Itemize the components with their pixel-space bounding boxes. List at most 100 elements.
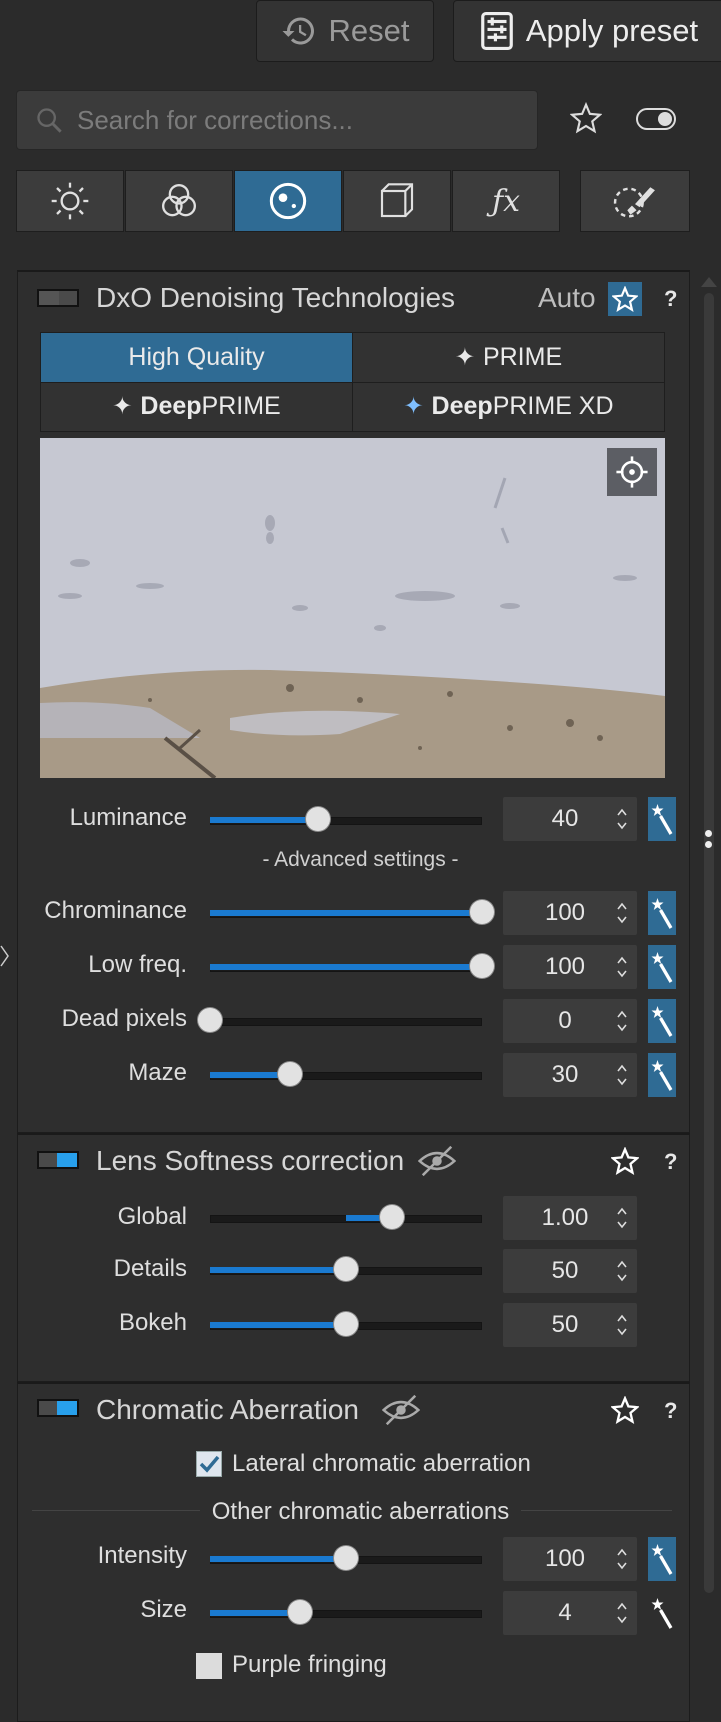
search-box[interactable] [16, 90, 538, 150]
luminance-value: 40 [551, 805, 579, 832]
details-value: 50 [551, 1257, 579, 1284]
crosshair-icon [616, 456, 648, 488]
spinner[interactable] [607, 1062, 637, 1088]
chromatic-enable-toggle[interactable] [37, 1399, 79, 1417]
global-value-input[interactable]: 1.00 [503, 1196, 637, 1240]
maze-value: 30 [551, 1061, 579, 1088]
hidden-eye-icon[interactable] [382, 1394, 420, 1426]
maze-slider[interactable] [210, 1062, 482, 1086]
star-icon[interactable] [570, 102, 602, 134]
lowfreq-slider[interactable] [210, 954, 494, 978]
bokeh-label: Bokeh [118, 1309, 187, 1336]
reset-button[interactable]: Reset [256, 0, 434, 62]
slider-thumb[interactable] [198, 1008, 222, 1032]
spinner[interactable] [607, 1312, 637, 1338]
maze-auto-button[interactable] [648, 1053, 676, 1097]
tab-detail[interactable] [234, 170, 342, 232]
purple-fringing-checkbox[interactable] [196, 1653, 222, 1679]
sparkle-icon: ✦ [403, 393, 424, 421]
preview-target-button[interactable] [607, 448, 657, 496]
slider-thumb[interactable] [470, 900, 494, 924]
tab-local-adjustments[interactable] [580, 170, 690, 232]
slider-thumb[interactable] [470, 954, 494, 978]
slider-thumb[interactable] [380, 1205, 404, 1229]
slider-thumb[interactable] [306, 807, 330, 831]
spinner-arrows-icon [617, 902, 627, 924]
spinner-arrows-icon [617, 1260, 627, 1282]
mode-deepprime[interactable]: ✦ DeepPRIME [41, 382, 352, 431]
chromatic-help-button[interactable]: ? [664, 1398, 677, 1424]
tab-light[interactable] [16, 170, 124, 232]
star-icon[interactable] [611, 1396, 639, 1424]
luminance-auto-button[interactable] [648, 797, 676, 841]
spinner[interactable] [607, 1008, 637, 1034]
intensity-slider[interactable] [210, 1546, 482, 1570]
slider-thumb[interactable] [334, 1257, 358, 1281]
spinner[interactable] [607, 1258, 637, 1284]
bokeh-value-input[interactable]: 50 [503, 1303, 637, 1347]
details-slider[interactable] [210, 1257, 482, 1281]
spinner-arrows-icon [617, 956, 627, 978]
intensity-value-input[interactable]: 100 [503, 1537, 637, 1581]
scrollbar-thumb[interactable] [704, 293, 714, 1593]
maze-value-input[interactable]: 30 [503, 1053, 637, 1097]
mode-prime[interactable]: ✦ PRIME [353, 333, 664, 382]
palette-tabs: ƒx [16, 170, 561, 232]
search-icon [37, 108, 62, 133]
size-slider[interactable] [210, 1600, 482, 1624]
cube-icon [380, 183, 414, 218]
luminance-slider[interactable] [210, 807, 482, 831]
hidden-eye-icon[interactable] [418, 1145, 456, 1177]
spinner[interactable] [607, 1205, 637, 1231]
tab-geometry[interactable] [343, 170, 451, 232]
auto-label: Auto [538, 282, 596, 313]
mode-high-quality[interactable]: High Quality [41, 333, 352, 382]
lowfreq-auto-button[interactable] [648, 945, 676, 989]
spinner[interactable] [607, 806, 637, 832]
global-slider[interactable] [210, 1205, 482, 1229]
advanced-settings-label[interactable]: - Advanced settings - [0, 848, 721, 872]
chrominance-auto-button[interactable] [648, 891, 676, 935]
lateral-ca-label[interactable]: Lateral chromatic aberration [232, 1450, 531, 1478]
spinner[interactable] [607, 1546, 637, 1572]
spinner[interactable] [607, 954, 637, 980]
slider-thumb[interactable] [334, 1312, 358, 1336]
reset-label: Reset [328, 13, 410, 48]
scroll-up-arrow-icon[interactable] [700, 275, 718, 289]
mode-deepprime-xd-rest: PRIME XD [492, 392, 614, 421]
slider-thumb[interactable] [278, 1062, 302, 1086]
deadpixels-value-input[interactable]: 0 [503, 999, 637, 1043]
bokeh-slider[interactable] [210, 1312, 482, 1336]
tab-effects[interactable]: ƒx [452, 170, 560, 232]
deadpixels-auto-button[interactable] [648, 999, 676, 1043]
star-icon[interactable] [611, 1147, 639, 1175]
details-value-input[interactable]: 50 [503, 1249, 637, 1293]
intensity-auto-button[interactable] [648, 1537, 676, 1581]
slider-thumb[interactable] [334, 1546, 358, 1570]
mode-deepprime-xd[interactable]: ✦ DeepPRIME XD [353, 382, 664, 431]
denoise-preview[interactable] [40, 438, 665, 778]
lowfreq-value-input[interactable]: 100 [503, 945, 637, 989]
luminance-value-input[interactable]: 40 [503, 797, 637, 841]
purple-fringing-label[interactable]: Purple fringing [232, 1651, 387, 1679]
size-auto-button[interactable] [648, 1591, 676, 1635]
spinner[interactable] [607, 1600, 637, 1626]
deadpixels-slider[interactable] [198, 1008, 482, 1032]
lens-softness-enable-toggle[interactable] [37, 1151, 79, 1169]
denoising-enable-toggle[interactable] [37, 289, 79, 307]
chrominance-slider[interactable] [210, 900, 494, 924]
expand-left-panel-icon[interactable] [0, 944, 10, 968]
lens-softness-help-button[interactable]: ? [664, 1149, 677, 1175]
lateral-ca-checkbox[interactable] [196, 1451, 222, 1477]
slider-thumb[interactable] [288, 1600, 312, 1624]
auto-preset-star-button[interactable] [608, 282, 642, 316]
search-input[interactable] [75, 103, 519, 137]
denoising-help-button[interactable]: ? [664, 286, 677, 312]
favorites-toggle[interactable] [636, 108, 676, 130]
chrominance-value-input[interactable]: 100 [503, 891, 637, 935]
apply-preset-button[interactable]: Apply preset [453, 0, 721, 62]
color-circles-icon [162, 184, 196, 217]
tab-color[interactable] [125, 170, 233, 232]
spinner[interactable] [607, 900, 637, 926]
size-value-input[interactable]: 4 [503, 1591, 637, 1635]
